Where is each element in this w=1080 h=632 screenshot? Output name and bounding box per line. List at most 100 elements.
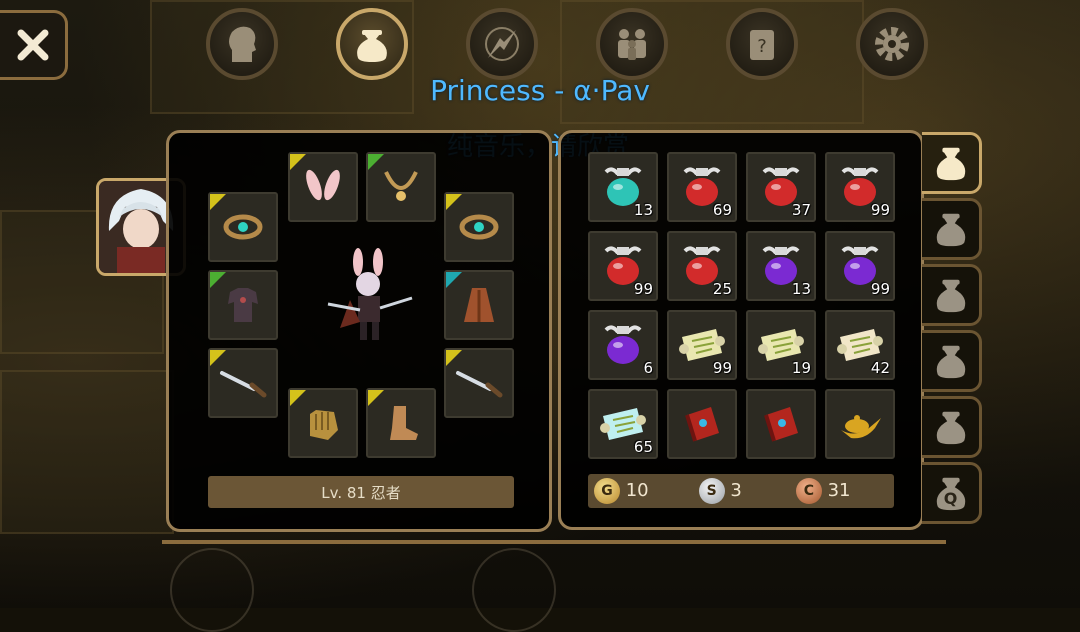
close-button[interactable]	[0, 10, 68, 80]
inventory-slot[interactable]: 6	[588, 310, 658, 380]
bag-tab-label: Q	[943, 489, 958, 508]
copper-coin: C 31	[795, 478, 850, 504]
gold-coin-icon: G	[594, 478, 620, 504]
right-ring-slot[interactable]	[444, 192, 514, 262]
grade-corner	[290, 154, 306, 170]
currency-bar: G 10 S 3 C 31	[588, 474, 894, 508]
gloves-slot[interactable]	[288, 388, 358, 458]
boots-icon	[390, 406, 418, 440]
item-count: 13	[791, 280, 811, 298]
character-preview	[320, 248, 420, 348]
bunny-ears-slot[interactable]	[288, 152, 358, 222]
right-weapon-slot[interactable]	[444, 348, 514, 418]
armor-slot[interactable]	[208, 270, 278, 340]
inventory-slot[interactable]: 99	[667, 310, 737, 380]
level-label: Lv. 81 忍者	[321, 483, 401, 502]
inventory-slot[interactable]	[667, 389, 737, 459]
item-count: 69	[712, 201, 732, 219]
tab-quests[interactable]: ?	[726, 8, 798, 80]
tab-character[interactable]	[206, 8, 278, 80]
grade-corner	[368, 390, 384, 406]
boots-slot[interactable]	[366, 388, 436, 458]
character-head-icon	[229, 26, 256, 63]
inventory-slot[interactable]: 13	[588, 152, 658, 222]
grade-corner	[210, 194, 226, 210]
item-count: 37	[791, 201, 811, 219]
left-ring-slot[interactable]	[208, 192, 278, 262]
bag-tab-6[interactable]: Q	[922, 462, 982, 524]
silver-amount: 3	[730, 480, 742, 501]
item-count: 42	[870, 359, 890, 377]
bunny-ears-icon	[306, 169, 340, 201]
inventory-slot[interactable]: 99	[588, 231, 658, 301]
item-count: 65	[633, 438, 653, 456]
inventory-slot[interactable]: 37	[746, 152, 816, 222]
skill-compass-icon	[485, 27, 519, 61]
close-icon	[17, 29, 48, 61]
inventory-slot[interactable]: 13	[746, 231, 816, 301]
inventory-slot[interactable]: 99	[825, 231, 895, 301]
grade-corner	[446, 350, 462, 366]
tab-inventory[interactable]	[336, 8, 408, 80]
ring-icon	[223, 214, 263, 240]
bag-tab-4[interactable]	[922, 330, 982, 392]
red-book-icon	[685, 407, 719, 442]
item-count: 99	[712, 359, 732, 377]
inventory-slot[interactable]: 42	[825, 310, 895, 380]
grade-corner	[368, 154, 384, 170]
inventory-bag-icon	[357, 30, 387, 62]
inventory-slot[interactable]: 19	[746, 310, 816, 380]
gold-amount: 10	[625, 480, 649, 501]
silver-coin-icon: S	[698, 478, 725, 504]
grade-corner	[290, 390, 306, 406]
tab-party[interactable]	[596, 8, 668, 80]
item-count: 6	[643, 359, 653, 377]
level-bar: Lv. 81 忍者	[208, 476, 514, 508]
item-count: 25	[712, 280, 732, 298]
grade-corner	[446, 194, 462, 210]
dark-armor-icon	[228, 288, 258, 322]
quest-scroll-icon: ?	[750, 30, 774, 60]
bag-tab-1[interactable]	[922, 132, 982, 194]
inventory-slot[interactable]	[746, 389, 816, 459]
dagger-icon	[456, 371, 503, 398]
item-count: 99	[870, 280, 890, 298]
song-title-overlay: Princess - α·Pav	[430, 74, 650, 107]
left-weapon-slot[interactable]	[208, 348, 278, 418]
svg-text:?: ?	[757, 36, 767, 57]
gloves-icon	[310, 410, 338, 440]
ninja-bunny-sprite-icon	[327, 248, 413, 340]
bag-tab-2[interactable]	[922, 198, 982, 260]
bag-icon	[936, 213, 965, 247]
inventory-slot[interactable]	[825, 389, 895, 459]
copper-coin-icon: C	[795, 478, 822, 504]
joystick-left[interactable]	[170, 548, 254, 632]
cloak-slot[interactable]	[444, 270, 514, 340]
item-count: 99	[633, 280, 653, 298]
bottom-frame-line	[162, 540, 946, 544]
tab-settings[interactable]	[856, 8, 928, 80]
inventory-slot[interactable]: 65	[588, 389, 658, 459]
party-people-icon	[618, 29, 646, 60]
inventory-slot[interactable]: 25	[667, 231, 737, 301]
inventory-slot[interactable]: 99	[825, 152, 895, 222]
joystick-right[interactable]	[472, 548, 556, 632]
dagger-icon	[220, 371, 267, 398]
ring-icon	[459, 214, 499, 240]
bag-icon	[936, 147, 965, 181]
bag-tab-5[interactable]	[922, 396, 982, 458]
bag-icon	[936, 279, 965, 313]
bag-tab-3[interactable]	[922, 264, 982, 326]
settings-gear-icon	[875, 27, 909, 61]
tab-skills[interactable]	[466, 8, 538, 80]
purple-potion-small-icon	[604, 325, 642, 364]
bag-icon	[936, 345, 965, 379]
cloak-icon	[464, 288, 494, 322]
inventory-slot[interactable]: 69	[667, 152, 737, 222]
item-count: 13	[633, 201, 653, 219]
grade-corner	[210, 350, 226, 366]
necklace-slot[interactable]	[366, 152, 436, 222]
grade-corner	[446, 272, 462, 288]
background-floor	[0, 370, 174, 534]
red-book-icon	[764, 407, 798, 442]
